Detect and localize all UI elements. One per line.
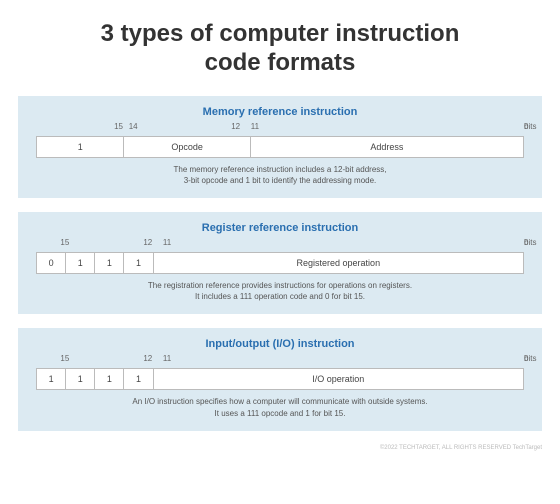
card-memory-reference: Memory reference instruction 15 14 12 11… xyxy=(18,96,542,198)
instruction-diagram: 1 Opcode Address xyxy=(36,136,524,158)
page-title: 3 types of computer instruction code for… xyxy=(18,20,542,78)
bit-label: 11 xyxy=(251,122,259,131)
field-cell: Opcode xyxy=(124,137,250,157)
instruction-diagram: 1 1 1 1 I/O operation xyxy=(36,368,524,390)
field-cell: Registered operation xyxy=(154,253,523,273)
bit-label: 15 xyxy=(60,354,69,363)
bit-label: 12 xyxy=(143,354,152,363)
field-cell: 1 xyxy=(95,253,124,273)
field-cell: 1 xyxy=(124,369,153,389)
bit-labels-row: 15 12 11 0 bits xyxy=(36,354,524,368)
field-cell: 1 xyxy=(37,137,124,157)
card-register-reference: Register reference instruction 15 12 11 … xyxy=(18,212,542,314)
field-cell: Address xyxy=(251,137,523,157)
field-cell: 1 xyxy=(66,253,95,273)
title-line-1: 3 types of computer instruction xyxy=(101,20,460,47)
card-title: Register reference instruction xyxy=(36,222,524,234)
card-description: The registration reference provides inst… xyxy=(36,280,524,302)
title-line-2: code formats xyxy=(205,49,356,76)
card-title: Input/output (I/O) instruction xyxy=(36,338,524,350)
field-cell: I/O operation xyxy=(154,369,523,389)
bit-label: 12 xyxy=(143,238,152,247)
field-cell: 1 xyxy=(66,369,95,389)
field-cell: 1 xyxy=(124,253,153,273)
footer-copyright: ©2022 TECHTARGET, ALL RIGHTS RESERVED Te… xyxy=(18,445,542,451)
card-io-instruction: Input/output (I/O) instruction 15 12 11 … xyxy=(18,328,542,430)
card-description: An I/O instruction specifies how a compu… xyxy=(36,396,524,418)
bit-label: 15 xyxy=(114,122,123,131)
card-description: The memory reference instruction include… xyxy=(36,164,524,186)
bit-labels-row: 15 14 12 11 0 bits xyxy=(36,122,524,136)
bit-label: 15 xyxy=(60,238,69,247)
field-cell: 1 xyxy=(37,369,66,389)
card-title: Memory reference instruction xyxy=(36,106,524,118)
bit-label: 11 xyxy=(163,354,171,363)
instruction-diagram: 0 1 1 1 Registered operation xyxy=(36,252,524,274)
bit-label: 14 xyxy=(129,122,138,131)
bit-labels-row: 15 12 11 0 bits xyxy=(36,238,524,252)
bit-label: 11 xyxy=(163,238,171,247)
bit-label: 12 xyxy=(231,122,240,131)
field-cell: 0 xyxy=(37,253,66,273)
field-cell: 1 xyxy=(95,369,124,389)
